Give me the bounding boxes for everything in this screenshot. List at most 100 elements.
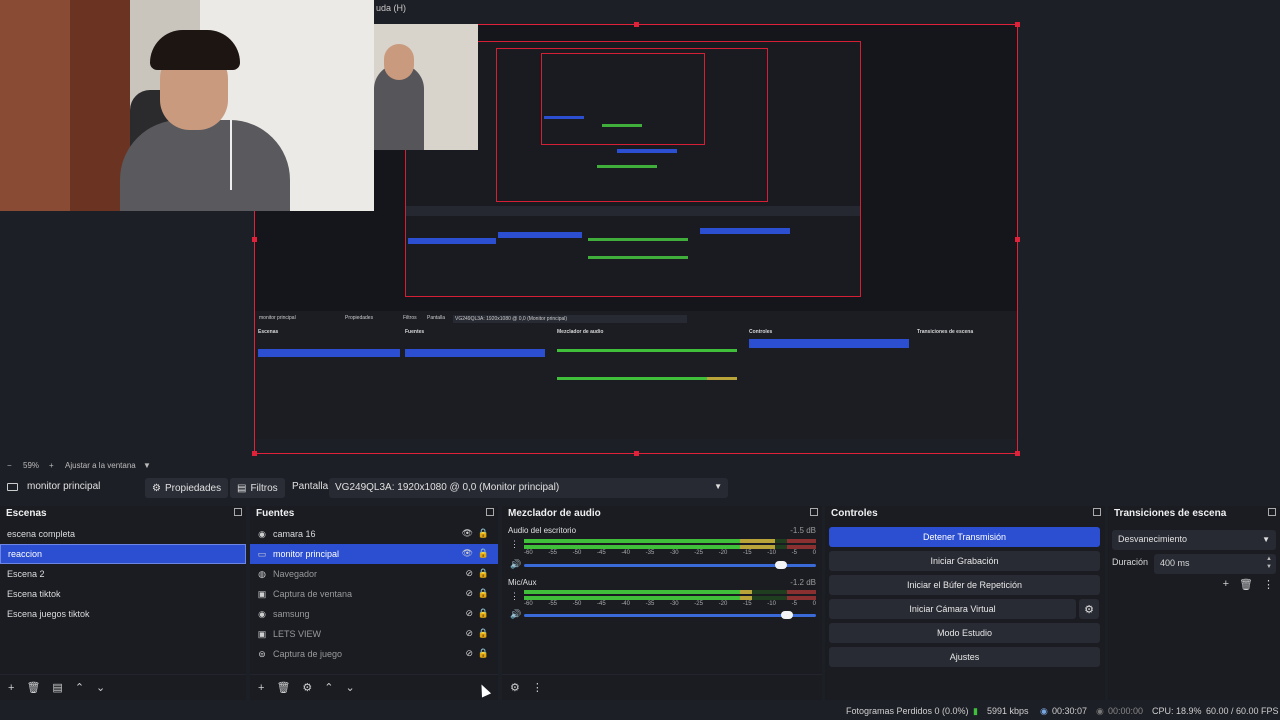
tick-label: 0 [812,601,816,607]
tick-label: -10 [767,601,776,607]
resize-handle[interactable] [252,451,257,456]
eye-hidden-icon[interactable]: ⊘ [465,608,473,619]
resize-handle[interactable] [1015,22,1020,27]
tick-label: 0 [812,550,816,556]
globe-icon: ◍ [258,569,266,579]
gear-icon[interactable]: ⚙ [302,681,312,694]
chevron-down-icon[interactable]: ▼ [143,461,151,470]
volume-slider[interactable] [524,561,816,569]
start-replay-buffer-button[interactable]: Iniciar el Búfer de Repetición [829,575,1100,595]
chevron-down-icon: ▼ [714,482,722,491]
trash-icon[interactable]: 🗑 [276,681,290,694]
filter-icon[interactable]: ▤ [52,681,62,694]
kebab-menu-icon[interactable]: ⋮ [1263,578,1274,591]
stop-stream-button[interactable]: Detener Transmisión [829,527,1100,547]
lock-icon[interactable]: 🔒 [478,628,489,639]
eye-hidden-icon[interactable]: ⊘ [465,588,473,599]
kebab-menu-icon[interactable]: ⋮ [532,681,543,694]
source-item[interactable]: ⊜ Captura de juego ⊘ 🔒 [250,644,498,664]
advanced-audio-icon[interactable]: ⚙ [510,681,520,694]
arrow-down-icon[interactable]: ⌄ [96,681,105,694]
scene-item[interactable]: Escena 2 [0,564,246,584]
speaker-icon[interactable]: 🔊 [510,609,521,620]
scene-item[interactable]: Escena tiktok [0,584,246,604]
studio-mode-button[interactable]: Modo Estudio [829,623,1100,643]
camera-icon: ◉ [258,609,266,619]
spinner-icon[interactable]: ▲ ▼ [1266,555,1272,571]
level-meter [524,590,816,594]
trash-icon[interactable]: 🗑 [26,681,40,694]
volume-knob[interactable] [774,561,787,569]
start-recording-button[interactable]: Iniciar Grabación [829,551,1100,571]
properties-button[interactable]: ⚙ Propiedades [145,478,229,498]
source-item[interactable]: ▭ monitor principal 👁 🔒 [250,544,498,564]
settings-button[interactable]: Ajustes [829,647,1100,667]
filters-button[interactable]: ▤ Filtros [230,478,285,498]
zoom-out-button[interactable]: − [7,461,12,470]
audio-channel: Mic/Aux -1.2 dB ⋮ -60 -55 -50 -45 -40 -35 -30-… [508,578,816,620]
resize-handle[interactable] [1015,451,1020,456]
lock-icon[interactable]: 🔒 [478,608,489,619]
scene-item[interactable]: escena completa [0,524,246,544]
trash-icon[interactable]: 🗑 [1239,578,1253,591]
source-item[interactable]: ▣ LETS VIEW ⊘ 🔒 [250,624,498,644]
controls-dock: Controles Detener Transmisión Iniciar Gr… [825,506,1105,700]
eye-hidden-icon[interactable]: ⊘ [465,568,473,579]
resize-handle[interactable] [252,237,257,242]
undock-icon[interactable] [810,508,818,516]
tick-label: -50 [572,601,582,607]
scene-item[interactable]: Escena juegos tiktok [0,604,246,624]
lock-icon[interactable]: 🔒 [478,528,489,539]
arrow-up-icon[interactable]: ⌃ [324,681,333,694]
scene-list: escena completa reaccion Escena 2 Escena… [0,524,246,624]
eye-hidden-icon[interactable]: ⊘ [465,648,473,659]
kebab-menu-icon[interactable]: ⋮ [510,591,519,602]
tick-label: -15 [742,550,752,556]
tick-label: -10 [767,550,776,556]
transition-select[interactable]: Desvanecimiento ▼ [1112,530,1276,550]
start-virtual-camera-button[interactable]: Iniciar Cámara Virtual [829,599,1076,619]
lock-icon[interactable]: 🔒 [478,548,489,559]
undock-icon[interactable] [234,508,242,516]
source-item[interactable]: ◍ Navegador ⊘ 🔒 [250,564,498,584]
tick-label: -45 [596,550,606,556]
virtual-camera-settings-button[interactable]: ⚙ [1079,599,1099,619]
arrow-up-icon[interactable]: ⌃ [75,681,84,694]
lock-icon[interactable]: 🔒 [478,568,489,579]
record-icon: ◉ [1096,706,1104,716]
add-icon[interactable]: + [8,682,14,694]
lock-icon[interactable]: 🔒 [478,588,489,599]
source-item[interactable]: ◉ samsung ⊘ 🔒 [250,604,498,624]
volume-knob[interactable] [780,611,793,619]
level-meter [524,596,816,600]
eye-icon[interactable]: 👁 [462,528,473,539]
speaker-icon[interactable]: 🔊 [510,559,521,570]
undock-icon[interactable] [486,508,494,516]
source-item[interactable]: ▣ Captura de ventana ⊘ 🔒 [250,584,498,604]
undock-icon[interactable] [1268,508,1276,516]
fit-window-label[interactable]: Ajustar a la ventana [65,461,136,470]
undock-icon[interactable] [1093,508,1101,516]
transitions-dock: Transiciones de escena Desvanecimiento ▼… [1108,506,1280,700]
scenes-dock: Escenas escena completa reaccion Escena … [0,506,246,700]
display-select[interactable]: VG249QL3A: 1920x1080 @ 0,0 (Monitor prin… [329,478,728,498]
resize-handle[interactable] [634,451,639,456]
preview-area[interactable]: uda (H) monitor principal Propiedades Fi… [0,0,1280,458]
dock-header: Escenas [0,506,246,522]
arrow-down-icon[interactable]: ⌄ [346,681,355,694]
kebab-menu-icon[interactable]: ⋮ [510,539,519,550]
zoom-in-button[interactable]: + [49,461,54,470]
volume-slider[interactable] [524,611,816,619]
scene-item[interactable]: reaccion [0,544,246,564]
duration-input[interactable]: 400 ms ▲ ▼ [1154,554,1276,574]
audio-mixer-dock: Mezclador de audio Audio del escritorio … [502,506,822,700]
source-item[interactable]: ◉ camara 16 👁 🔒 [250,524,498,544]
add-icon[interactable]: + [1223,578,1229,591]
resize-handle[interactable] [634,22,639,27]
lock-icon[interactable]: 🔒 [478,648,489,659]
transition-toolbar: + 🗑 ⋮ [1223,578,1274,591]
eye-icon[interactable]: 👁 [462,548,473,559]
eye-hidden-icon[interactable]: ⊘ [465,628,473,639]
add-icon[interactable]: + [258,682,264,694]
resize-handle[interactable] [1015,237,1020,242]
